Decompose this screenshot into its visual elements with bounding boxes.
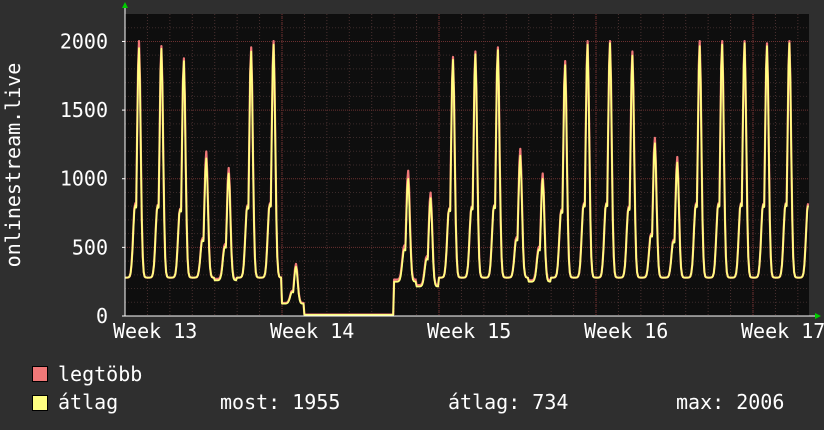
legend-swatch-max xyxy=(32,366,48,382)
x-tick-label: Week 14 xyxy=(270,319,354,343)
x-tick-label: Week 13 xyxy=(113,319,197,343)
y-tick-label: 500 xyxy=(72,235,108,259)
y-tick-label: 2000 xyxy=(60,29,108,53)
stat-current: most: 1955 xyxy=(220,390,341,414)
y-tick-label: 1000 xyxy=(60,167,108,191)
stat-average: átlag: 734 xyxy=(448,390,569,414)
legend-swatch-avg xyxy=(32,395,48,411)
stat-max: max: 2006 xyxy=(676,390,785,414)
y-tick-label: 1500 xyxy=(60,98,108,122)
y-axis-arrow xyxy=(122,2,128,8)
y-axis-label: onlinestream.live xyxy=(1,63,25,268)
legend-label-avg: átlag xyxy=(58,390,119,414)
x-tick-label: Week 16 xyxy=(584,319,668,343)
x-tick-label: Week 17 xyxy=(741,319,824,343)
x-tick-label: Week 15 xyxy=(427,319,511,343)
y-tick-label: 0 xyxy=(96,304,108,328)
legend-label-max: legtöbb xyxy=(58,362,143,386)
